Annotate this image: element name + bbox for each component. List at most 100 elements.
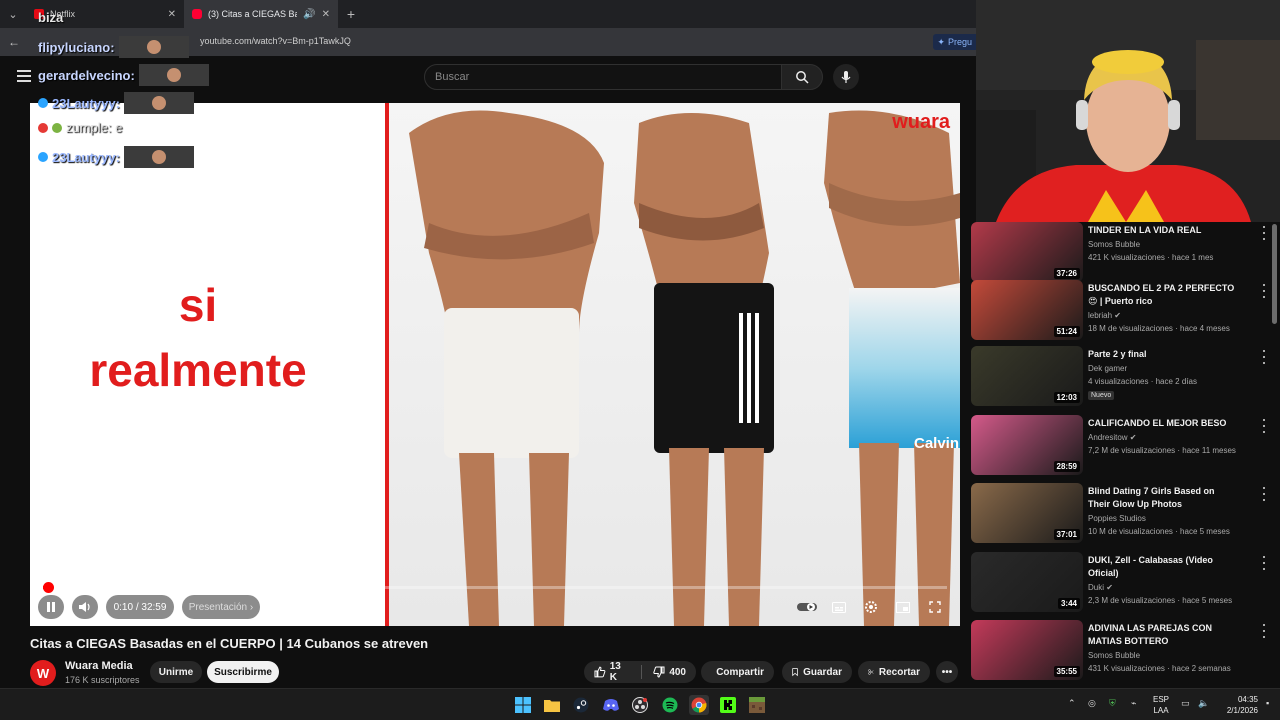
share-button[interactable]: Compartir [701,661,774,683]
subscribe-button[interactable]: Suscribirme [207,661,279,683]
steam-button[interactable] [571,695,591,715]
chevron-right-icon: › [249,601,254,613]
recommendation-title[interactable]: ADIVINA LAS PAREJAS CON MATIAS BOTTERO [1088,622,1238,648]
tray-app-icon[interactable]: ◎ [1088,698,1096,709]
miniplayer-button[interactable] [892,596,914,618]
video-thumbnail[interactable]: 51:24 [971,280,1083,340]
player-right-controls [796,595,946,619]
chrome-button[interactable] [689,695,709,715]
recommendation-item[interactable]: 37:01 Blind Dating 7 Girls Based on Their… [971,483,1275,543]
recommendation-item[interactable]: 28:59 CALIFICANDO EL MEJOR BESO Andresitow… [971,415,1275,475]
more-vertical-icon[interactable] [1259,226,1269,240]
file-explorer-button[interactable] [542,695,562,715]
close-tab-icon[interactable]: ✕ [322,9,330,20]
settings-button[interactable] [860,596,882,618]
video-thumbnail[interactable]: 28:59 [971,415,1083,475]
search-button[interactable] [781,64,823,90]
autoplay-toggle[interactable] [796,596,818,618]
recommendation-channel[interactable]: Somos Bubble [1088,651,1140,660]
tray-overflow-chevron-icon[interactable]: ⌃ [1068,698,1076,709]
recommendation-title[interactable]: TINDER EN LA VIDA REAL [1088,224,1238,237]
menu-icon[interactable] [17,70,31,82]
dislike-button[interactable]: 400 [653,666,686,678]
recommendation-title[interactable]: Parte 2 y final [1088,348,1238,361]
gemini-button[interactable]: ✦ Pregu [933,34,976,50]
recommendation-channel[interactable]: Poppies Studios [1088,514,1146,523]
chapter-label: Presentación [188,601,248,613]
save-button[interactable]: Guardar [782,661,852,683]
more-vertical-icon[interactable] [1259,487,1269,501]
video-thumbnail[interactable]: 37:26 [971,222,1083,282]
recommendation-channel[interactable]: Somos Bubble [1088,240,1140,249]
more-vertical-icon[interactable] [1259,556,1269,570]
new-tab-button[interactable]: + [338,6,364,22]
recommendation-channel[interactable]: Duki ✔ [1088,583,1113,592]
usb-icon[interactable]: ⌁ [1131,698,1136,709]
discord-button[interactable] [601,695,621,715]
pause-button[interactable] [38,595,64,619]
like-button[interactable]: 13 K [594,661,630,683]
subtitles-button[interactable] [828,596,850,618]
close-tab-icon[interactable]: ✕ [168,9,176,20]
network-icon[interactable]: ▭ [1181,698,1190,709]
more-vertical-icon[interactable] [1259,350,1269,364]
more-actions-button[interactable]: ••• [936,661,958,683]
recommendation-title[interactable]: BUSCANDO EL 2 PA 2 PERFECTO 😍 | Puerto r… [1088,282,1238,308]
recommendation-item[interactable]: 3:44 DUKI, Zell - Calabasas (Video Oficia… [971,552,1275,612]
recommendation-item[interactable]: 35:55 ADIVINA LAS PAREJAS CON MATIAS BOTT… [971,620,1275,680]
subtitles-icon [832,601,846,613]
recommendation-channel[interactable]: lebriah ✔ [1088,311,1121,320]
video-thumbnail[interactable]: 12:03 [971,346,1083,406]
new-badge: Nuevo [1088,391,1115,400]
channel-name: lebriah [1088,311,1113,320]
speaker-icon: 🔊 [303,8,316,20]
back-arrow-icon[interactable]: ← [0,35,28,49]
clip-label: Recortar [878,666,920,678]
recommendation-item[interactable]: 12:03 Parte 2 y final Dek gamer 4 visualiza… [971,346,1275,406]
recommendation-item[interactable]: 51:24 BUSCANDO EL 2 PA 2 PERFECTO 😍 | Pue… [971,280,1275,340]
progress-bar[interactable] [43,582,947,593]
kick-button[interactable] [718,695,738,715]
join-button[interactable]: Unirme [150,661,202,683]
clip-button[interactable]: Recortar [858,661,930,683]
scrubber-handle[interactable] [43,582,54,593]
more-vertical-icon[interactable] [1259,419,1269,433]
channel-name: Andresitow [1088,433,1128,442]
system-clock[interactable]: 04:35 2/1/2026 [1227,694,1258,716]
video-thumbnail[interactable]: 3:44 [971,552,1083,612]
language-code: ESP [1152,695,1169,704]
voice-search-button[interactable] [833,64,859,90]
volume-button[interactable] [72,595,98,619]
tab-youtube[interactable]: (3) Citas a CIEGAS Basadas 🔊 ✕ [184,0,338,28]
spotify-button[interactable] [660,695,680,715]
recommendation-title[interactable]: CALIFICANDO EL MEJOR BESO [1088,417,1238,430]
channel-name[interactable]: Wuara Media [65,660,133,672]
search-input[interactable]: Buscar [424,64,782,90]
recommendation-item[interactable]: 37:26 TINDER EN LA VIDA REAL Somos Bubble 4… [971,222,1275,282]
notifications-icon[interactable]: ▪ [1266,698,1269,708]
obs-button[interactable] [630,695,650,715]
recommendation-title[interactable]: DUKI, Zell - Calabasas (Video Oficial) [1088,554,1238,580]
speaker-icon[interactable]: 🔈 [1198,698,1209,709]
minecraft-button[interactable] [747,695,767,715]
recommendation-title[interactable]: Blind Dating 7 Girls Based on Their Glow… [1088,485,1238,511]
more-vertical-icon[interactable] [1259,284,1269,298]
like-count: 13 K [609,661,621,683]
start-button[interactable] [513,695,533,715]
thumbs-up-icon [594,666,606,678]
security-shield-icon[interactable]: ⛨ [1109,698,1116,709]
video-thumbnail[interactable]: 35:55 [971,620,1083,680]
video-player[interactable]: si realmente Calvin wuara 0:10 / 32:59 P… [30,103,960,626]
more-horizontal-icon: ••• [941,666,953,678]
channel-avatar[interactable]: W [30,660,56,686]
chapter-button[interactable]: Presentación › [182,595,260,619]
video-thumbnail[interactable]: 37:01 [971,483,1083,543]
tab-search-chevron-icon[interactable]: ⌄ [0,0,26,28]
more-vertical-icon[interactable] [1259,624,1269,638]
fullscreen-button[interactable] [924,596,946,618]
recommendation-channel[interactable]: Andresitow ✔ [1088,433,1137,442]
recommendation-channel[interactable]: Dek gamer [1088,364,1127,373]
recommendation-meta: 431 K visualizaciones · hace 2 semanas [1088,664,1231,673]
language-indicator[interactable]: ESP LAA [1150,694,1172,716]
url-field[interactable]: youtube.com/watch?v=Bm-p1TawkJQ [200,36,351,46]
